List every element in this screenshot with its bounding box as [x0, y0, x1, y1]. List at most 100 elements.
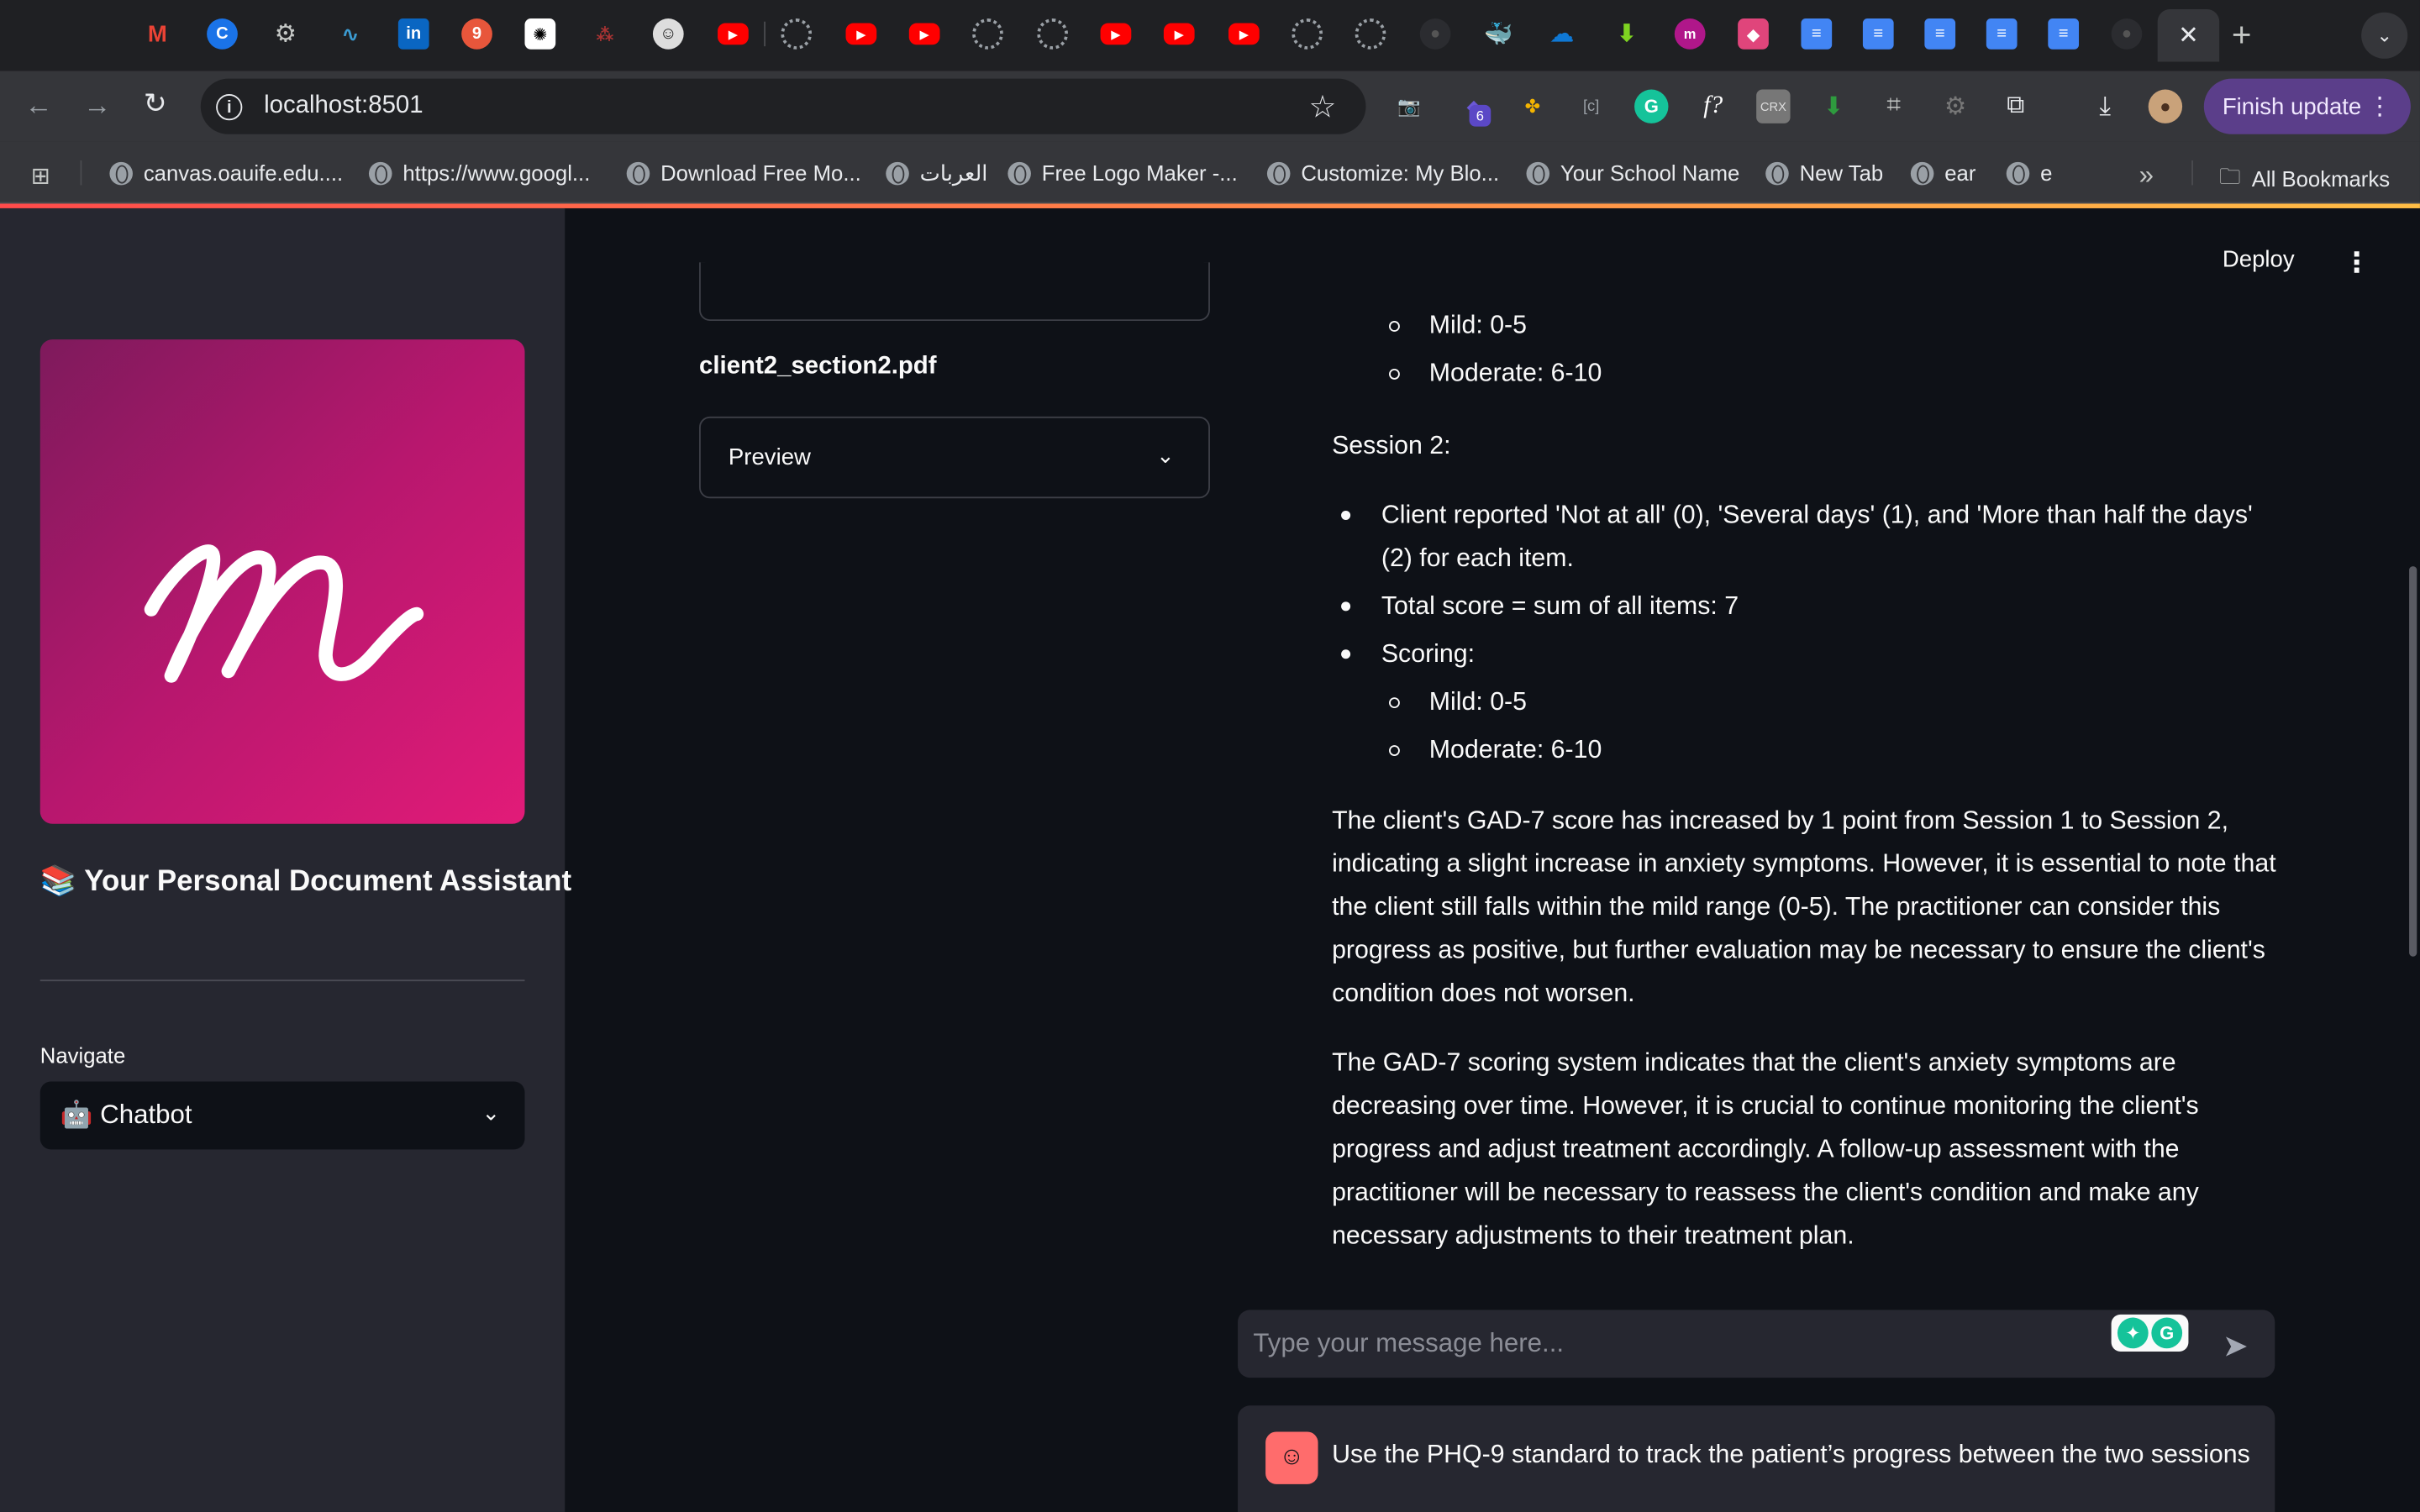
tab-icon[interactable]: 9	[461, 18, 492, 50]
more-bookmarks-chevron-icon[interactable]: »	[2139, 160, 2154, 192]
tab-icon[interactable]: ⁂	[590, 18, 621, 50]
settings-tab-icon[interactable]: ⚙	[270, 18, 301, 50]
crx-extension-icon[interactable]: CRX	[1756, 89, 1791, 123]
site-info-icon[interactable]: i	[216, 94, 243, 121]
bookmark-item[interactable]: https://www.googl...	[368, 160, 590, 185]
bookmark-item[interactable]: Your School Name	[1526, 160, 1739, 185]
loading-tab-icon[interactable]	[1037, 18, 1068, 50]
script-m-logo-icon	[144, 544, 424, 683]
preview-expander[interactable]: Preview ⌄	[699, 416, 1210, 499]
lightbulb-icon[interactable]: ✦	[2117, 1317, 2149, 1349]
globe-icon	[886, 161, 909, 186]
tab-icon[interactable]: ☺	[652, 18, 684, 50]
loading-tab-icon[interactable]	[972, 18, 1003, 50]
list-item: Scoring:	[1381, 640, 1476, 669]
youtube-tab-icon[interactable]: ▶	[1228, 23, 1260, 45]
extensions-puzzle-icon[interactable]: ⧉	[1999, 90, 2033, 123]
folder-icon: 🗀	[2219, 163, 2241, 189]
tab-icon[interactable]: ◆	[1738, 18, 1769, 50]
bookmark-separator	[80, 160, 82, 186]
loading-tab-icon[interactable]	[781, 18, 813, 50]
bookmark-item[interactable]: New Tab	[1765, 160, 1883, 185]
bookmark-star-icon[interactable]: ☆	[1309, 88, 1337, 127]
youtube-tab-icon[interactable]: ▶	[718, 23, 749, 45]
list-bullet	[1341, 649, 1351, 659]
bookmark-item[interactable]: العربات	[886, 160, 987, 186]
chat-input[interactable]	[1253, 1322, 2087, 1366]
loading-tab-icon[interactable]	[1292, 18, 1323, 50]
user-message-text: Use the PHQ-9 standard to track the pati…	[1332, 1441, 2250, 1469]
globe-icon	[1526, 160, 1550, 185]
download-extension-icon[interactable]: ⬇	[1817, 90, 1850, 123]
back-arrow-icon[interactable]: ←	[24, 90, 52, 123]
extension-icon[interactable]: [c]	[1574, 90, 1607, 123]
tab-search-chevron-icon[interactable]: ⌄	[2361, 12, 2408, 59]
finish-update-label: Finish update	[2222, 93, 2362, 120]
navigate-select[interactable]: 🤖 Chatbot ⌄	[39, 1081, 525, 1150]
google-docs-tab-icon[interactable]: ≡	[1986, 18, 2018, 50]
youtube-tab-icon[interactable]: ▶	[1163, 23, 1195, 45]
bookmark-item[interactable]: Customize: My Blo...	[1266, 160, 1499, 185]
chevron-down-icon: ⌄	[481, 1100, 501, 1125]
bookmark-item[interactable]: e	[2006, 160, 2052, 185]
file-name: client2_section2.pdf	[699, 353, 937, 380]
sidebar-divider	[39, 979, 525, 982]
bookmark-item[interactable]: Free Logo Maker -...	[1007, 160, 1238, 185]
chevron-down-icon: ⌄	[1156, 443, 1175, 468]
all-bookmarks-folder[interactable]: 🗀 All Bookmarks	[2219, 160, 2390, 197]
youtube-tab-icon[interactable]: ▶	[908, 23, 940, 45]
settings-extension-icon[interactable]: ⚙	[1939, 90, 1972, 123]
downloads-icon[interactable]: ⤓	[2088, 90, 2122, 123]
download-tab-icon[interactable]: ⬇	[1612, 18, 1643, 50]
color-picker-extension-icon[interactable]: ✤	[1516, 90, 1549, 123]
bookmark-item[interactable]: Download Free Mo...	[626, 160, 861, 185]
profile-avatar[interactable]: ●	[2148, 89, 2183, 123]
linkedin-tab-icon[interactable]: in	[397, 18, 429, 50]
active-tab-close-icon[interactable]: ✕	[2157, 9, 2220, 62]
file-preview-container	[699, 262, 1210, 322]
camera-extension-icon[interactable]: 📷	[1392, 90, 1426, 123]
navigate-select-value: 🤖 Chatbot	[60, 1100, 192, 1130]
google-docs-tab-icon[interactable]: ≡	[2048, 18, 2080, 50]
tab-icon[interactable]: m	[1674, 18, 1706, 50]
bookmark-item[interactable]: ear	[1910, 160, 1975, 185]
forward-arrow-icon[interactable]: →	[83, 90, 111, 123]
browser-menu-icon[interactable]: ⋮	[2367, 91, 2391, 122]
chatgpt-tab-icon[interactable]: ✺	[524, 18, 556, 50]
apps-grid-icon[interactable]: ⊞	[31, 162, 50, 190]
response-paragraph: The GAD-7 scoring system indicates that …	[1332, 1048, 2199, 1250]
grammarly-extension-icon[interactable]: G	[1634, 89, 1669, 123]
deploy-button[interactable]: Deploy	[2223, 247, 2295, 273]
main-menu-icon[interactable]: ⋮	[2343, 247, 2370, 280]
github-tab-icon[interactable]: ●	[2111, 18, 2143, 50]
new-tab-icon[interactable]: +	[2232, 15, 2252, 55]
gmail-tab-icon[interactable]: M	[142, 18, 173, 50]
crop-extension-icon[interactable]: ⌗	[1876, 90, 1910, 123]
bookmark-separator	[2191, 160, 2193, 186]
github-tab-icon[interactable]: ●	[1419, 18, 1451, 50]
send-icon[interactable]: ➤	[2223, 1327, 2249, 1366]
formula-extension-icon[interactable]: f?	[1697, 90, 1730, 123]
youtube-tab-icon[interactable]: ▶	[845, 23, 877, 45]
google-docs-tab-icon[interactable]: ≡	[1862, 18, 1894, 50]
list-bullet	[1341, 510, 1351, 520]
bookmark-item[interactable]: canvas.oauife.edu....	[109, 160, 343, 185]
activity-tab-icon[interactable]: ∿	[335, 18, 366, 50]
tab-icon[interactable]: C	[207, 18, 238, 50]
reload-icon[interactable]: ↻	[144, 88, 167, 121]
finish-update-button[interactable]: Finish update ⋮	[2203, 78, 2411, 134]
globe-icon	[1765, 160, 1789, 185]
sidebar-title: 📚 Your Personal Document Assistant	[39, 865, 572, 898]
scrollbar-thumb[interactable]	[2409, 566, 2417, 957]
grammarly-widget[interactable]: ✦ G	[2111, 1314, 2189, 1352]
youtube-tab-icon[interactable]: ▶	[1100, 23, 1132, 45]
google-docs-tab-icon[interactable]: ≡	[1924, 18, 1956, 50]
address-bar-url[interactable]: localhost:8501	[264, 92, 424, 120]
onedrive-tab-icon[interactable]: ☁	[1546, 18, 1577, 50]
session-heading: Session 2:	[1332, 432, 1451, 460]
google-docs-tab-icon[interactable]: ≡	[1801, 18, 1833, 50]
docker-tab-icon[interactable]: 🐳	[1483, 18, 1514, 50]
grammarly-icon[interactable]: G	[2151, 1317, 2183, 1349]
list-item: Mild: 0-5	[1428, 688, 1528, 717]
loading-tab-icon[interactable]	[1355, 18, 1386, 50]
